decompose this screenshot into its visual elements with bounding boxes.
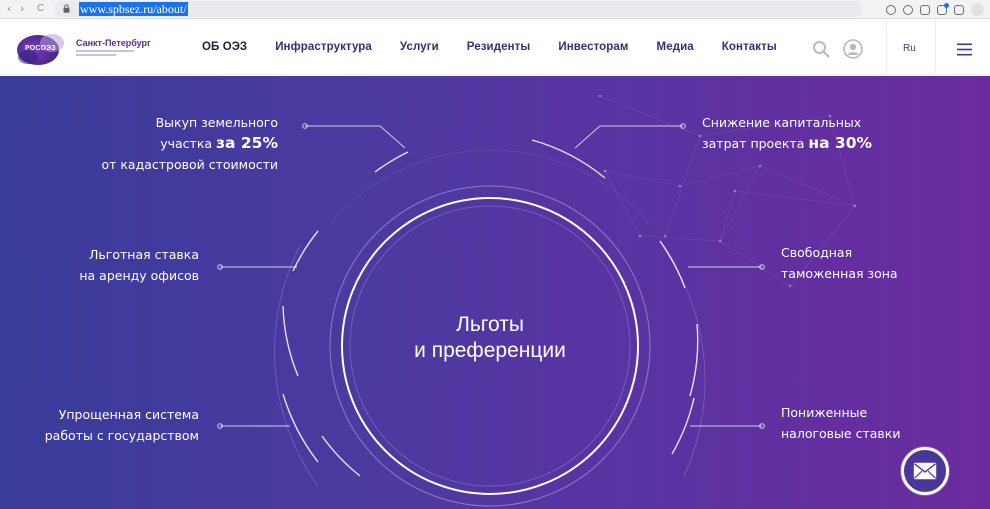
benefit-gov-line1: Упрощенная система [58, 407, 199, 422]
back-icon[interactable]: ‹ [7, 2, 11, 16]
reload-icon[interactable]: C [37, 2, 44, 16]
nav-infrastructure[interactable]: Инфраструктура [275, 41, 372, 53]
nav-contacts[interactable]: Контакты [722, 41, 777, 53]
download-icon[interactable] [937, 2, 949, 15]
profile-icon[interactable] [971, 3, 984, 16]
benefit-customs: Свободная таможенная зона [781, 242, 898, 284]
list-icon[interactable] [954, 4, 964, 15]
benefit-office: Льготная ставка на аренду офисов [79, 244, 199, 286]
benefit-tax-line2: налоговые ставки [781, 426, 901, 441]
logo-subtitle-line [76, 50, 134, 52]
nav-investors[interactable]: Инвесторам [558, 41, 628, 53]
header-divider [935, 19, 936, 75]
connectors [217, 123, 765, 429]
benefit-capex: Снижение капитальных затрат проекта на 3… [702, 112, 872, 154]
heart-icon[interactable] [920, 4, 930, 15]
browser-toolbar: ‹ › C www.spbsez.ru/about/ [0, 0, 990, 19]
logo[interactable]: РОСОЭЗ Санкт-Петербург [16, 31, 156, 67]
address-bar[interactable]: www.spbsez.ru/about/ [54, 1, 862, 17]
search-icon[interactable] [812, 40, 830, 58]
benefit-customs-line1: Свободная [781, 245, 853, 260]
camera-icon[interactable] [886, 4, 896, 15]
nav-services[interactable]: Услуги [400, 41, 439, 53]
user-icon[interactable] [843, 39, 863, 59]
benefit-tax: Пониженные налоговые ставки [781, 402, 900, 444]
hero-title-line1: Льготы [456, 313, 524, 336]
benefits-hero: Льготы и преференции Выкуп земельного уч… [0, 76, 990, 509]
language-switch[interactable]: Ru [903, 43, 916, 54]
ring-segments [282, 139, 699, 477]
benefit-land-line2: участка за 25% [101, 133, 278, 154]
nav-media[interactable]: Медиа [657, 41, 694, 53]
benefit-tax-line1: Пониженные [781, 405, 868, 420]
logo-abbr: РОСОЭЗ [25, 45, 56, 52]
logo-city: Санкт-Петербург [76, 38, 151, 48]
benefit-capex-line2-text: затрат проекта [702, 136, 805, 151]
hero-title: Льготы и преференции [340, 312, 640, 364]
benefit-office-line2: на аренду офисов [79, 268, 199, 283]
benefit-land-line3: от кадастровой стоимости [101, 157, 278, 172]
url-text[interactable]: www.spbsez.ru/about/ [79, 2, 188, 16]
nav-residents[interactable]: Резиденты [467, 41, 531, 53]
header-divider [886, 19, 887, 75]
mail-icon [913, 462, 937, 480]
extension-icons [886, 2, 984, 17]
benefit-gov-line2: работы с государством [44, 428, 199, 443]
benefit-land-highlight: за 25% [216, 134, 278, 152]
menu-icon[interactable] [957, 43, 972, 56]
benefit-land: Выкуп земельного участка за 25% от кадас… [101, 112, 278, 175]
logo-subtitle-line [76, 54, 116, 56]
benefit-capex-highlight: на 30% [808, 134, 873, 152]
shield-icon[interactable] [903, 4, 913, 15]
benefit-office-line1: Льготная ставка [89, 247, 199, 262]
hero-title-line2: и преференции [414, 339, 566, 362]
feedback-mail-button[interactable] [901, 447, 949, 495]
benefit-land-line2-text: участка [160, 136, 213, 151]
notification-dot [944, 2, 949, 8]
site-header: РОСОЭЗ Санкт-Петербург ОБ ОЭЗ Инфраструк… [0, 19, 990, 75]
lock-icon [63, 4, 70, 13]
nav-about[interactable]: ОБ ОЭЗ [202, 41, 247, 53]
main-nav: ОБ ОЭЗ Инфраструктура Услуги Резиденты И… [202, 19, 777, 75]
benefit-gov: Упрощенная система работы с государством [45, 404, 199, 446]
benefit-capex-line2: затрат проекта на 30% [702, 133, 872, 154]
benefit-customs-line2: таможенная зона [781, 266, 898, 281]
benefit-capex-line1: Снижение капитальных [702, 115, 862, 130]
forward-icon[interactable]: › [20, 2, 24, 16]
benefit-land-line1: Выкуп земельного [155, 115, 278, 130]
